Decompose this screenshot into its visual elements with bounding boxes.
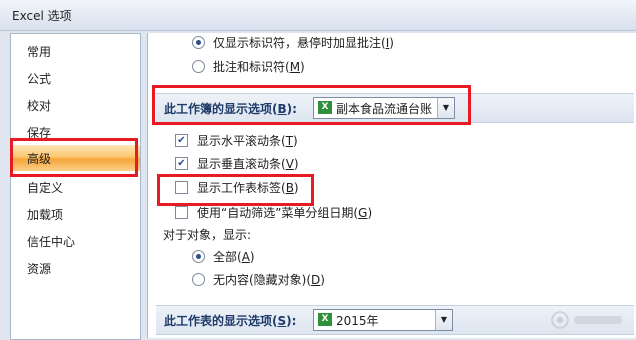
worksheet-select[interactable]: X 2015年 ▼ bbox=[313, 309, 453, 331]
section-title: 此工作簿的显示选项(B): bbox=[164, 100, 297, 117]
accelerator-key: A bbox=[241, 250, 250, 264]
radio-comments-and-indicators[interactable]: 批注和标识符(M) bbox=[192, 57, 305, 77]
option-label-tail: ) bbox=[300, 60, 305, 74]
option-label: 批注和标识符( bbox=[213, 60, 290, 74]
checkbox-group-dates-autofilter[interactable]: 使用“自动筛选”菜单分组日期(G) bbox=[175, 203, 372, 223]
objects-display-label: 对于对象，显示: bbox=[163, 228, 252, 242]
radio-selected-icon bbox=[192, 250, 205, 263]
options-sidebar: 常用 公式 校对 保存 高级 自定义 加载项 信任中心 资源 bbox=[10, 33, 141, 340]
workbook-display-section: 此工作簿的显示选项(B): X 副本食品流通台账 ▼ bbox=[156, 93, 634, 123]
checkbox-show-vertical-scrollbar[interactable]: ✔ 显示垂直滚动条(V) bbox=[175, 154, 299, 174]
section-title-tail: ): bbox=[286, 314, 297, 328]
option-label-tail: ) bbox=[389, 36, 394, 50]
option-label: 显示水平滚动条( bbox=[197, 134, 286, 148]
chevron-down-icon[interactable]: ▼ bbox=[435, 310, 452, 330]
radio-indicators-only[interactable]: 仅显示标识符，悬停时加显批注(I) bbox=[192, 33, 394, 53]
section-title-text: 此工作簿的显示选项( bbox=[164, 102, 278, 116]
accelerator-key: B bbox=[285, 181, 294, 195]
accelerator-key: M bbox=[289, 60, 301, 74]
radio-unselected-icon bbox=[192, 273, 205, 286]
option-label: 使用“自动筛选”菜单分组日期( bbox=[197, 206, 359, 220]
option-label-tail: ) bbox=[293, 181, 299, 195]
sidebar-item-addins[interactable]: 加载项 bbox=[11, 201, 140, 227]
sidebar-item-label: 信任中心 bbox=[27, 235, 76, 249]
accelerator-key: S bbox=[277, 314, 287, 328]
accelerator-key: D bbox=[311, 273, 321, 287]
sidebar-item-resources[interactable]: 资源 bbox=[11, 255, 140, 281]
excel-workbook-icon: X bbox=[318, 101, 332, 114]
sidebar-item-label: 公式 bbox=[27, 72, 52, 86]
sidebar-item-trust-center[interactable]: 信任中心 bbox=[11, 228, 140, 254]
option-label-tail: ) bbox=[293, 157, 299, 171]
sidebar-item-label: 常用 bbox=[27, 45, 52, 59]
option-label-tail: ) bbox=[367, 206, 373, 220]
checkbox-checked-icon: ✔ bbox=[175, 157, 188, 170]
sidebar-item-formulas[interactable]: 公式 bbox=[11, 65, 140, 91]
checkbox-checked-icon: ✔ bbox=[175, 134, 188, 147]
sidebar-item-label: 高级 bbox=[27, 152, 52, 166]
sidebar-item-label: 资源 bbox=[27, 262, 52, 276]
window-title: Excel 选项 bbox=[12, 9, 72, 23]
sidebar-item-label: 自定义 bbox=[27, 181, 64, 195]
sidebar-item-customize[interactable]: 自定义 bbox=[11, 174, 140, 200]
watermark-logo bbox=[550, 306, 628, 334]
option-label: 仅显示标识符，悬停时加显批注( bbox=[213, 36, 386, 50]
sidebar-item-label: 保存 bbox=[27, 126, 52, 140]
sidebar-item-popular[interactable]: 常用 bbox=[11, 38, 140, 64]
option-label: 全部( bbox=[213, 250, 242, 264]
option-label: 无内容(隐藏对象)( bbox=[213, 273, 312, 287]
radio-objects-all[interactable]: 全部(A) bbox=[192, 247, 255, 267]
checkbox-unchecked-icon bbox=[175, 206, 188, 219]
excel-sheet-icon: X bbox=[318, 313, 332, 326]
section-title: 此工作表的显示选项(S): bbox=[164, 312, 296, 329]
section-title-text: 此工作表的显示选项( bbox=[164, 314, 278, 328]
checkbox-show-horizontal-scrollbar[interactable]: ✔ 显示水平滚动条(T) bbox=[175, 131, 298, 151]
workbook-select-value: 副本食品流通台账 bbox=[336, 102, 433, 116]
option-label-tail: ) bbox=[320, 273, 325, 287]
option-label: 显示垂直滚动条( bbox=[197, 157, 286, 171]
sidebar-item-label: 加载项 bbox=[27, 208, 64, 222]
window-titlebar: Excel 选项 bbox=[0, 0, 636, 31]
sidebar-item-save[interactable]: 保存 bbox=[11, 119, 140, 145]
radio-objects-none[interactable]: 无内容(隐藏对象)(D) bbox=[192, 270, 325, 290]
chevron-down-icon[interactable]: ▼ bbox=[437, 98, 454, 118]
workbook-select[interactable]: X 副本食品流通台账 ▼ bbox=[313, 97, 455, 119]
sidebar-item-advanced[interactable]: 高级 bbox=[11, 145, 140, 171]
option-label-tail: ) bbox=[293, 134, 298, 148]
option-label: 显示工作表标签( bbox=[197, 181, 286, 195]
radio-selected-icon bbox=[192, 36, 205, 49]
sidebar-item-proofing[interactable]: 校对 bbox=[11, 92, 140, 118]
option-label-tail: ) bbox=[249, 250, 255, 264]
options-content-pane: 仅显示标识符，悬停时加显批注(I) 批注和标识符(M) 此工作簿的显示选项(B)… bbox=[147, 33, 636, 338]
radio-unselected-icon bbox=[192, 60, 205, 73]
sidebar-item-label: 校对 bbox=[27, 99, 52, 113]
accelerator-key: T bbox=[285, 134, 294, 148]
accelerator-key: V bbox=[285, 157, 294, 171]
section-title-tail: ): bbox=[286, 102, 297, 116]
checkbox-unchecked-icon bbox=[175, 181, 188, 194]
worksheet-select-value: 2015年 bbox=[336, 314, 379, 328]
checkbox-show-sheet-tabs[interactable]: 显示工作表标签(B) bbox=[175, 178, 299, 198]
accelerator-key: B bbox=[277, 102, 287, 116]
